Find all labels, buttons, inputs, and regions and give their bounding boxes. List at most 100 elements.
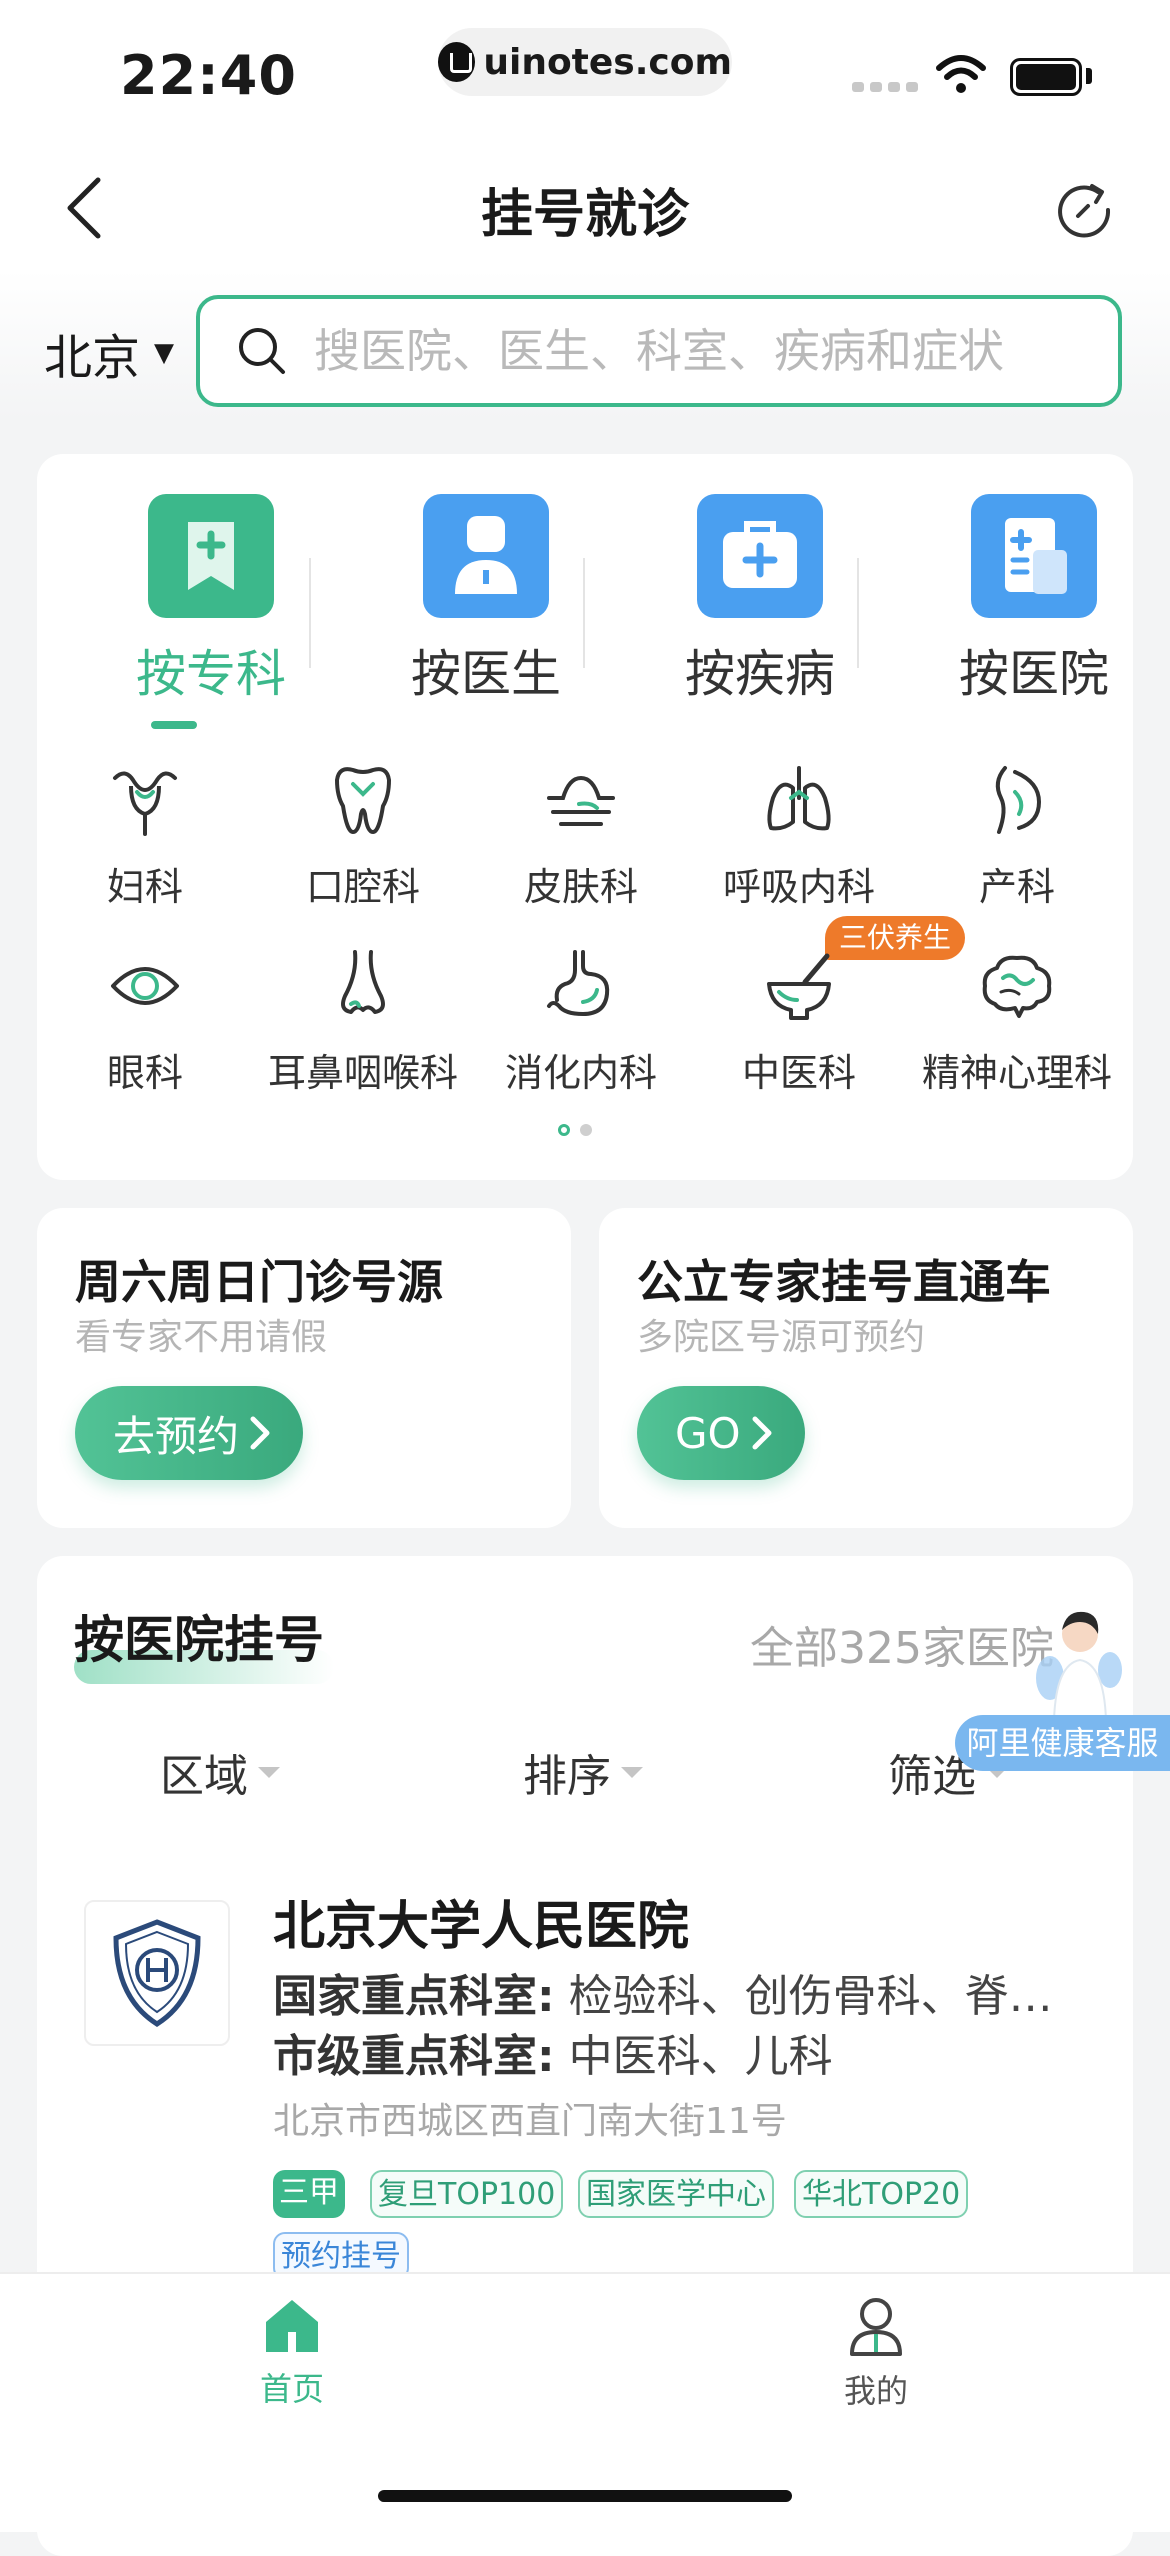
all-hospitals-link[interactable]: 全部325家医院	[750, 1612, 1054, 1676]
dept-label: 皮肤科	[523, 865, 638, 909]
tab-label: 首页	[259, 2370, 324, 2408]
search-input[interactable]	[312, 323, 1096, 379]
nose-icon	[341, 950, 385, 1014]
city-label: 市级重点科室:	[273, 2031, 555, 2082]
tab-by-disease[interactable]: 按疾病	[635, 494, 885, 706]
url-pill[interactable]: uinotes.com	[438, 28, 732, 96]
hospital-logo	[84, 1900, 230, 2046]
city-selector[interactable]: 北京 ▼	[44, 318, 174, 388]
dept-obstetrics[interactable]: 产科	[908, 758, 1126, 911]
filter-label: 区域	[160, 1751, 248, 1802]
dept-label: 眼科	[106, 1051, 183, 1095]
dept-tcm[interactable]: 中医科	[690, 944, 908, 1097]
tag-grade: 三甲	[273, 2170, 345, 2218]
filter-region[interactable]: 区域	[160, 1740, 280, 1804]
search-icon	[239, 328, 285, 374]
customer-service-badge[interactable]: 阿里健康客服	[955, 1715, 1170, 1771]
refresh-icon[interactable]	[1054, 180, 1114, 240]
url-text: uinotes.com	[483, 41, 732, 83]
promo-subtitle: 多院区号源可预约	[637, 1317, 926, 1358]
tab-mine[interactable]: 我的	[776, 2296, 976, 2412]
caret-down-icon	[258, 1766, 280, 1778]
battery-cap	[1086, 68, 1092, 84]
battery-icon	[1010, 58, 1082, 96]
dept-dental[interactable]: 口腔科	[254, 758, 472, 911]
customer-service-avatar[interactable]	[1010, 1600, 1130, 1720]
dept-dermatology[interactable]: 皮肤科	[472, 758, 690, 911]
go-button[interactable]: GO	[637, 1386, 805, 1480]
bookmark-plus-icon	[148, 494, 274, 618]
dept-gynecology[interactable]: 妇科	[36, 758, 254, 911]
dept-ophthalmology[interactable]: 眼科	[36, 944, 254, 1097]
chevron-right-icon	[250, 1416, 270, 1450]
dept-psychiatry[interactable]: 精神心理科	[908, 944, 1126, 1097]
brain-icon	[982, 955, 1052, 1018]
dept-label: 口腔科	[305, 865, 420, 909]
promo-subtitle: 看专家不用请假	[75, 1317, 328, 1358]
tab-label: 按医院	[959, 645, 1109, 703]
tab-label: 我的	[843, 2372, 908, 2410]
dept-label: 产科	[978, 865, 1055, 909]
tag-region-ranking: 华北TOP20	[794, 2170, 969, 2218]
mortar-icon	[767, 953, 831, 1020]
tab-by-specialty[interactable]: 按专科	[86, 494, 336, 706]
dept-respiratory[interactable]: 呼吸内科	[690, 758, 908, 911]
medical-kit-icon	[697, 494, 823, 618]
national-label: 国家重点科室:	[273, 1971, 555, 2022]
dept-label: 中医科	[741, 1051, 856, 1095]
doctor-icon	[423, 494, 549, 618]
hospital-address: 北京市西城区西直门南大街11号	[273, 2101, 787, 2142]
book-now-button[interactable]: 去预约	[75, 1386, 304, 1480]
stomach-icon	[547, 950, 610, 1017]
lock-icon	[438, 42, 476, 82]
dept-gastro[interactable]: 消化内科	[472, 944, 690, 1097]
cellular-signal-icon	[852, 82, 918, 92]
status-time: 22:40	[120, 44, 297, 107]
page-title: 挂号就诊	[480, 185, 689, 245]
tab-divider	[857, 558, 859, 668]
dept-label: 消化内科	[504, 1051, 657, 1095]
page-dot	[580, 1124, 592, 1136]
national-value: 检验科、创伤骨科、脊…	[568, 1971, 1053, 2022]
home-indicator	[378, 2490, 792, 2502]
tab-by-hospital[interactable]: 按医院	[909, 494, 1159, 706]
hospital-doc-icon	[971, 494, 1097, 618]
skin-icon	[547, 775, 615, 826]
home-icon	[266, 2300, 318, 2352]
user-icon	[850, 2298, 902, 2356]
tab-label: 按医生	[411, 645, 561, 703]
tab-divider	[309, 558, 311, 668]
tab-label: 按疾病	[685, 645, 835, 703]
pregnancy-icon	[995, 766, 1042, 834]
tab-divider	[583, 558, 585, 668]
page-dot-active	[558, 1124, 570, 1136]
city-value: 中医科、儿科	[568, 2031, 833, 2082]
chevron-right-icon	[752, 1416, 772, 1450]
uterus-icon	[113, 771, 177, 836]
search-box[interactable]	[196, 295, 1122, 407]
filter-sort[interactable]: 排序	[523, 1740, 643, 1804]
dept-label: 呼吸内科	[722, 865, 875, 909]
hospital-name[interactable]: 北京大学人民医院	[273, 1884, 689, 1959]
dept-label: 妇科	[106, 865, 183, 909]
tab-home[interactable]: 首页	[192, 2296, 392, 2410]
wifi-icon	[936, 55, 986, 93]
tooth-icon	[335, 767, 391, 834]
tab-label: 按专科	[136, 645, 286, 703]
promo-title: 公立专家挂号直通车	[637, 1255, 1051, 1309]
city-label: 北京	[44, 330, 141, 386]
caret-down-icon: ▼	[154, 338, 175, 368]
tab-by-doctor[interactable]: 按医生	[361, 494, 611, 706]
tag-national-center: 国家医学中心	[578, 2170, 774, 2218]
page-dots	[558, 1124, 592, 1136]
dept-ent[interactable]: 耳鼻咽喉科	[254, 944, 472, 1097]
dept-label: 耳鼻咽喉科	[267, 1051, 458, 1095]
active-tab-indicator	[151, 721, 197, 729]
filter-label: 排序	[523, 1751, 611, 1802]
button-label: 去预约	[113, 1411, 240, 1461]
eye-icon	[111, 967, 179, 1005]
button-label: GO	[675, 1408, 741, 1458]
weekend-promo-card[interactable]: 周六周日门诊号源 看专家不用请假 去预约	[37, 1208, 571, 1528]
expert-promo-card[interactable]: 公立专家挂号直通车 多院区号源可预约 GO	[599, 1208, 1133, 1528]
section-title: 按医院挂号	[74, 1611, 324, 1669]
